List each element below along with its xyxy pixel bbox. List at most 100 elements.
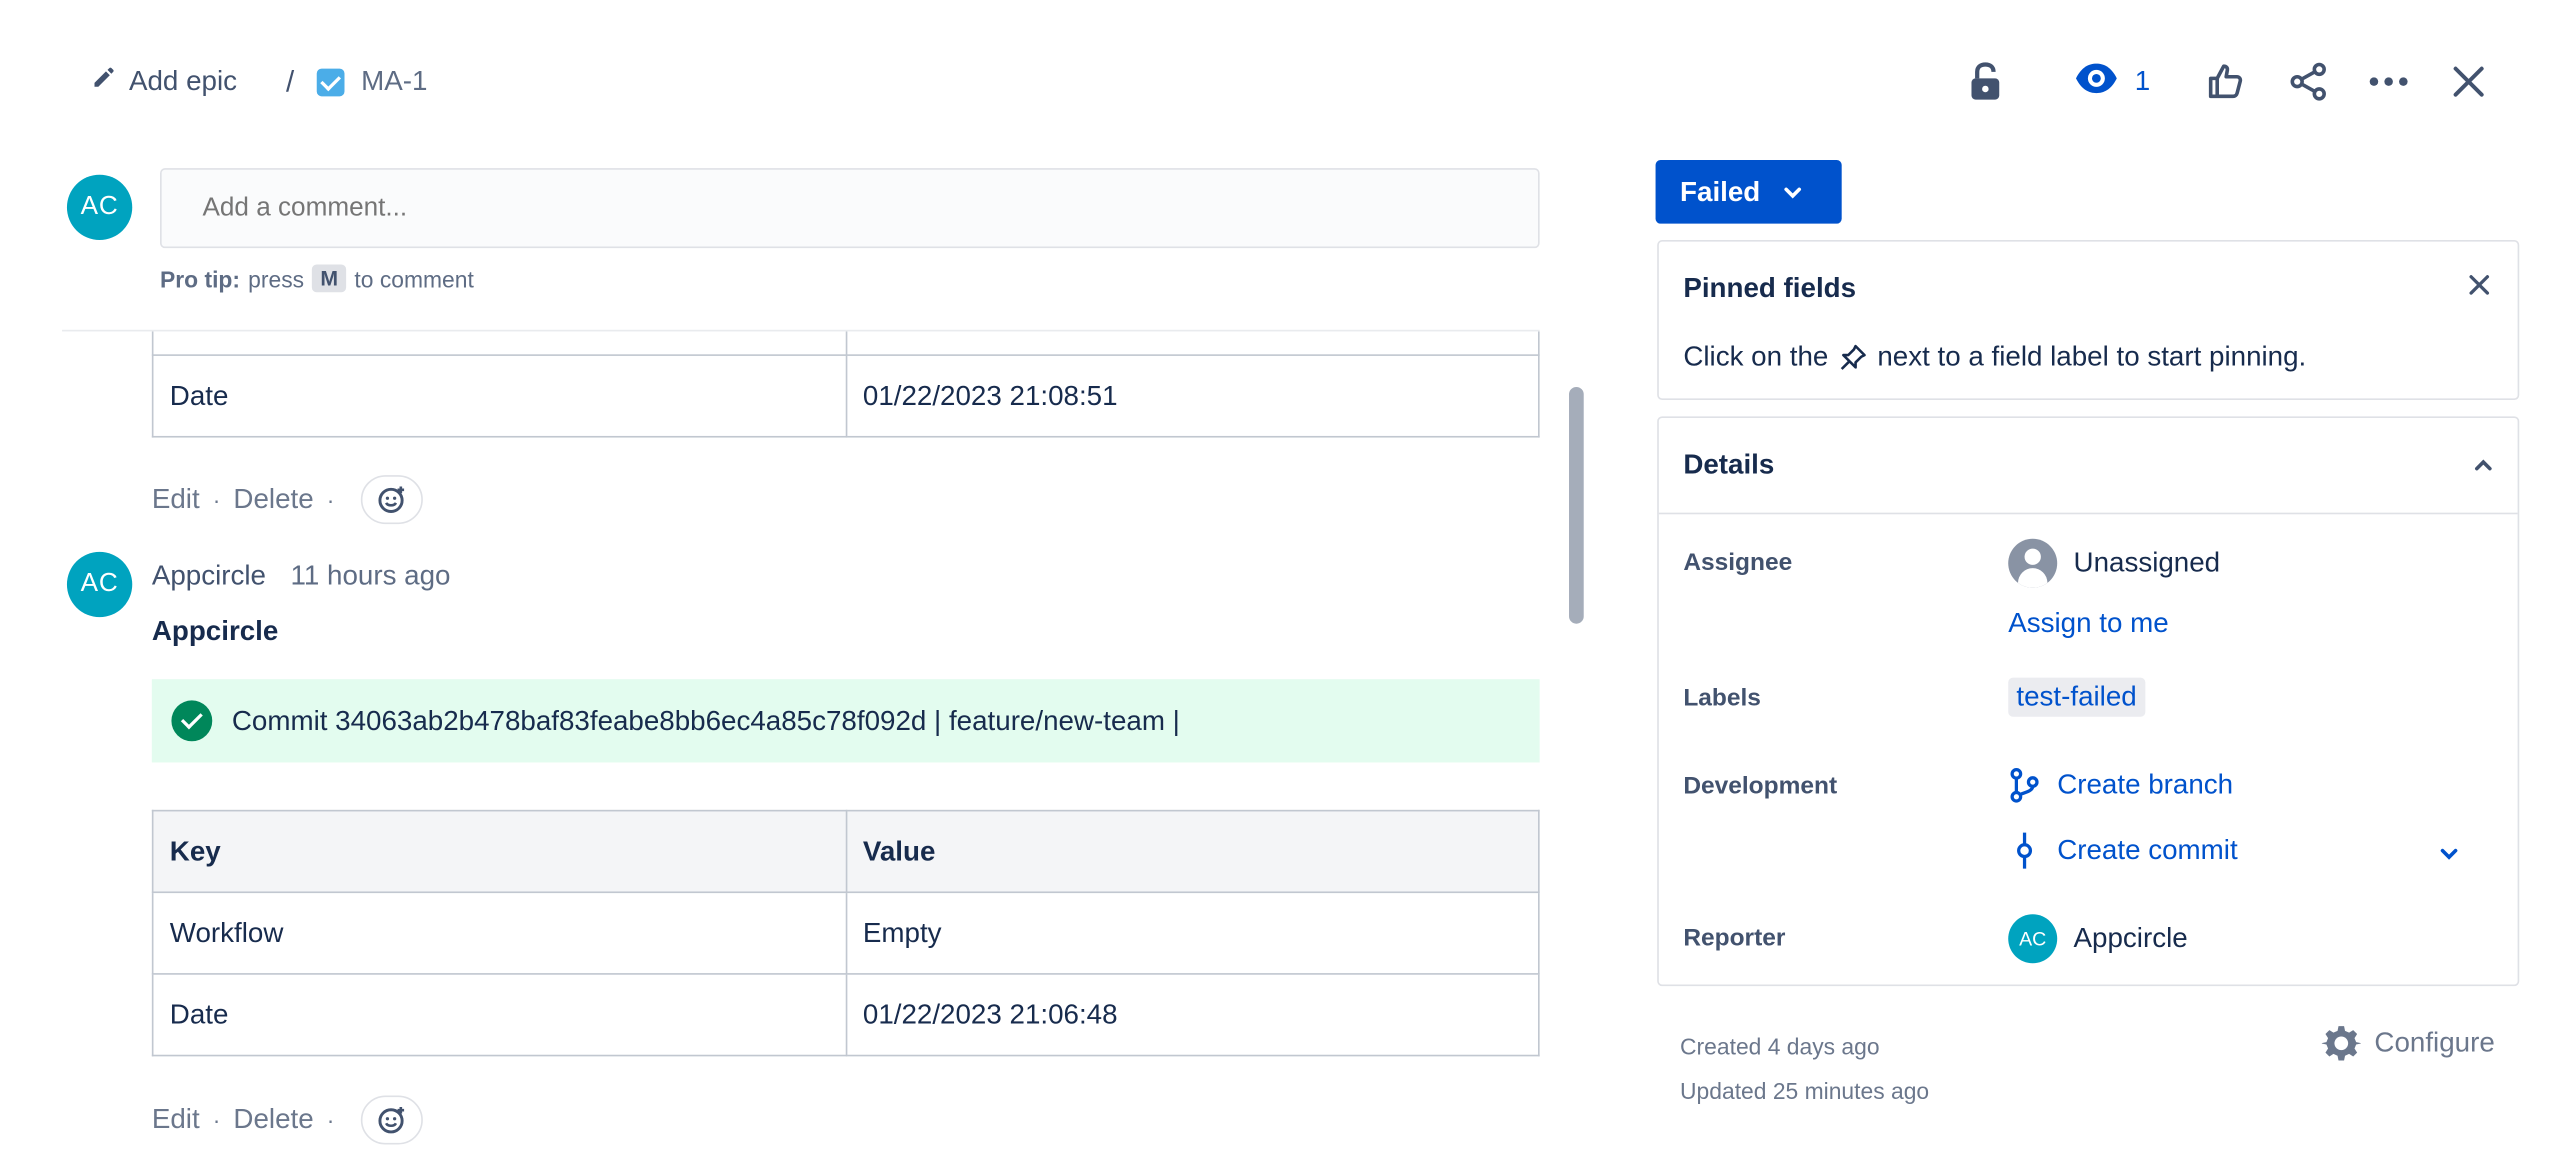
table-cell-key: Date xyxy=(151,973,847,1057)
dot-separator: · xyxy=(326,1106,335,1134)
edit-comment-link[interactable]: Edit xyxy=(152,1104,200,1137)
current-user-avatar: AC xyxy=(66,174,133,241)
protip-key: M xyxy=(312,264,347,293)
reporter-value: Appcircle xyxy=(2073,922,2188,954)
watchers-count: 1 xyxy=(2134,65,2151,97)
issue-dates: Created 4 days ago Updated 25 minutes ag… xyxy=(1680,1025,1929,1113)
dot-separator: · xyxy=(326,486,335,513)
table-row: Date 01/22/2023 21:08:51 xyxy=(151,354,1540,438)
assignee-label: Assignee xyxy=(1683,548,1793,577)
labels-label: Labels xyxy=(1683,684,1761,712)
task-type-icon xyxy=(317,67,345,96)
assignee-field[interactable]: Unassigned xyxy=(2008,538,2221,588)
add-epic-label: Add epic xyxy=(128,65,238,97)
assign-to-me-link[interactable]: Assign to me xyxy=(2008,607,2168,640)
comment-actions: Edit · Delete · xyxy=(152,475,423,525)
details-header[interactable]: Details xyxy=(1658,418,2518,515)
details-panel: Details Assignee Unassigned Assign to me… xyxy=(1657,416,2520,987)
unassigned-avatar-icon xyxy=(2008,538,2058,588)
watch-button[interactable]: 1 xyxy=(2073,61,2151,102)
table-cell-value: Empty xyxy=(844,891,1540,975)
pencil-icon xyxy=(91,65,115,98)
table-row xyxy=(151,331,1540,356)
commit-message: Commit 34063ab2b478baf83feabe8bb6ec4a85c… xyxy=(231,704,1180,736)
details-title: Details xyxy=(1683,448,1775,481)
commit-icon xyxy=(2017,832,2033,869)
protip-press: press xyxy=(248,265,305,292)
assignee-value: Unassigned xyxy=(2073,546,2221,578)
pin-icon xyxy=(1840,344,1866,370)
issue-key-link[interactable]: MA-1 xyxy=(317,65,427,98)
status-dropdown-button[interactable]: Failed xyxy=(1655,160,1842,224)
comment-heading: Appcircle xyxy=(151,615,279,647)
comment-input[interactable] xyxy=(160,168,1540,249)
create-commit-label: Create commit xyxy=(2057,834,2238,866)
chevron-up-icon xyxy=(2475,459,2492,471)
pinned-fields-panel: Pinned fields Click on the next to a fie… xyxy=(1657,240,2520,401)
delete-comment-link[interactable]: Delete xyxy=(233,483,313,516)
reporter-avatar: AC xyxy=(2008,914,2058,964)
issue-view: Add epic / MA-1 1 AC Add a comment... Pr… xyxy=(0,0,2560,1158)
activity-list: Date 01/22/2023 21:08:51 Edit · Delete ·… xyxy=(0,331,1567,1157)
dot-separator: · xyxy=(212,1106,221,1134)
breadcrumb: Add epic / MA-1 xyxy=(91,62,427,101)
label-tag[interactable]: test-failed xyxy=(2008,677,2145,717)
development-label: Development xyxy=(1683,772,1838,801)
table-header-row: Key Value xyxy=(151,809,1540,894)
protip-label: Pro tip: xyxy=(160,265,241,292)
table-cell xyxy=(844,331,1540,356)
table-cell-value: 01/22/2023 21:08:51 xyxy=(844,354,1540,438)
protip-suffix: to comment xyxy=(354,265,474,292)
table-row: Date 01/22/2023 21:06:48 xyxy=(151,973,1540,1057)
comment-author[interactable]: Appcircle xyxy=(152,560,266,593)
configure-button[interactable]: Configure xyxy=(2322,1024,2495,1063)
close-icon xyxy=(2468,274,2489,294)
scrollbar-thumb[interactable] xyxy=(1569,386,1584,624)
comment-time[interactable]: 11 hours ago xyxy=(290,560,450,593)
comment-table: Date 01/22/2023 21:08:51 xyxy=(151,331,1540,438)
table-cell-key: Workflow xyxy=(151,891,847,975)
table-header-key: Key xyxy=(151,809,847,894)
table-row: Workflow Empty xyxy=(151,891,1540,975)
commit-success-panel: Commit 34063ab2b478baf83feabe8bb6ec4a85c… xyxy=(151,679,1540,763)
thumbs-up-icon[interactable] xyxy=(2199,56,2251,108)
configure-label: Configure xyxy=(2374,1026,2495,1058)
more-icon[interactable] xyxy=(2363,56,2415,108)
emoji-add-icon xyxy=(378,486,404,513)
gear-icon xyxy=(2322,1026,2362,1061)
created-date: Created 4 days ago xyxy=(1680,1033,1880,1060)
breadcrumb-separator: / xyxy=(286,64,295,98)
check-circle-icon xyxy=(171,700,213,742)
dot-separator: · xyxy=(212,486,221,513)
reporter-field[interactable]: AC Appcircle xyxy=(2008,914,2188,964)
issue-key-label: MA-1 xyxy=(361,65,428,97)
close-icon[interactable] xyxy=(2443,56,2495,108)
add-epic-button[interactable]: Add epic xyxy=(91,65,237,98)
unlock-icon[interactable] xyxy=(1958,56,2010,108)
table-cell-key: Date xyxy=(151,354,847,438)
share-icon[interactable] xyxy=(2283,56,2335,108)
chevron-down-icon xyxy=(2440,848,2458,860)
create-commit-link[interactable]: Create commit xyxy=(2008,831,2238,870)
comment-actions: Edit · Delete · xyxy=(152,1095,423,1145)
edit-comment-link[interactable]: Edit xyxy=(152,483,200,516)
comment-author-avatar: AC xyxy=(66,551,133,618)
pinned-message-after: next to a field label to start pinning. xyxy=(1877,341,2307,373)
comment-meta: Appcircle 11 hours ago xyxy=(152,560,451,593)
close-pinned-button[interactable] xyxy=(2462,268,2495,301)
table-cell xyxy=(151,331,847,356)
pinned-fields-message: Click on the next to a field label to st… xyxy=(1683,341,2306,374)
protip: Pro tip: press M to comment xyxy=(160,264,474,293)
eye-icon xyxy=(2073,61,2119,102)
pinned-message-before: Click on the xyxy=(1683,341,1829,373)
labels-field[interactable]: test-failed xyxy=(2008,677,2145,717)
add-reaction-button[interactable] xyxy=(360,1095,423,1145)
emoji-add-icon xyxy=(378,1106,404,1134)
branch-icon xyxy=(2010,768,2039,803)
create-branch-link[interactable]: Create branch xyxy=(2008,767,2233,803)
comment-table: Key Value Workflow Empty Date 01/22/2023… xyxy=(151,809,1540,1057)
add-reaction-button[interactable] xyxy=(360,475,423,525)
development-expand-button[interactable] xyxy=(2439,839,2459,868)
status-label: Failed xyxy=(1680,175,1761,207)
delete-comment-link[interactable]: Delete xyxy=(233,1104,313,1137)
